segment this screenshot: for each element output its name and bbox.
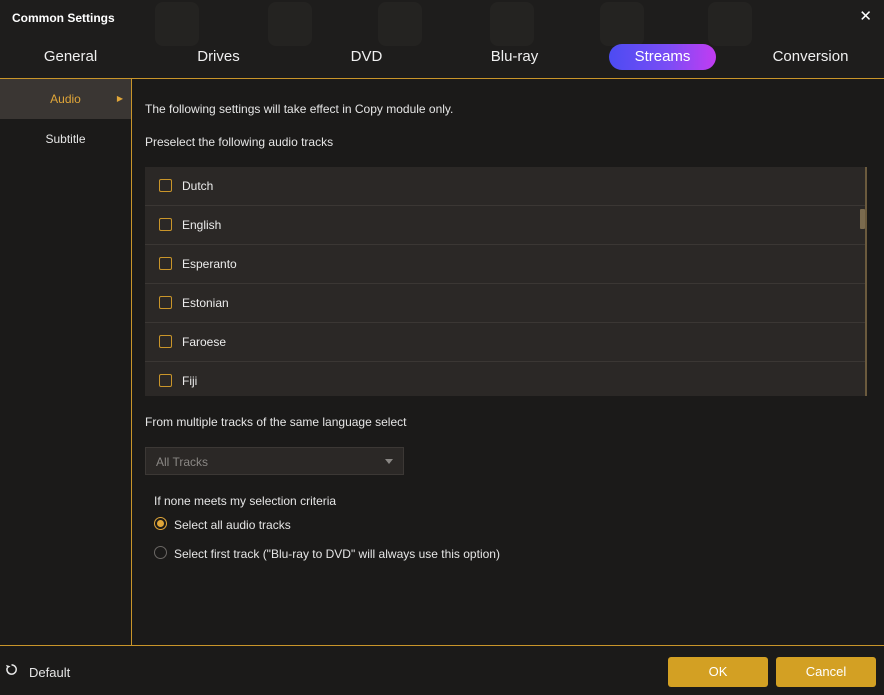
caret-right-icon: ▶ [116, 94, 123, 103]
sidebar-item-label: Audio [50, 92, 81, 106]
language-label: Esperanto [182, 257, 237, 271]
dialog-footer: Default OK Cancel [0, 645, 884, 695]
title-bar: Common Settings ✕ General Drives DVD Blu… [0, 0, 884, 79]
language-label: English [182, 218, 222, 232]
close-icon[interactable]: ✕ [859, 8, 872, 26]
sidebar-item-audio[interactable]: Audio ▶ [0, 79, 131, 119]
sidebar-item-label: Subtitle [45, 132, 86, 146]
cancel-button[interactable]: Cancel [776, 657, 876, 687]
list-item[interactable]: Estonian [145, 284, 865, 323]
background-app-icon [155, 2, 199, 46]
tab-dvd[interactable]: DVD [316, 44, 417, 70]
select-first-track-radio[interactable] [154, 546, 167, 559]
language-checkbox[interactable] [159, 179, 172, 192]
background-app-icon [378, 2, 422, 46]
sidebar-item-subtitle[interactable]: Subtitle [0, 119, 131, 159]
default-button[interactable]: Default [29, 665, 70, 680]
tab-conversion[interactable]: Conversion [760, 44, 861, 70]
select-all-tracks-radio[interactable] [154, 517, 167, 530]
language-label: Dutch [182, 179, 214, 193]
track-select-value: All Tracks [156, 455, 209, 469]
list-item[interactable]: Fiji [145, 362, 865, 396]
select-first-track-label[interactable]: Select first track ("Blu-ray to DVD" wil… [174, 547, 500, 561]
preselect-label: Preselect the following audio tracks [145, 135, 334, 149]
settings-panel: The following settings will take effect … [133, 79, 884, 645]
reset-icon[interactable] [5, 663, 18, 676]
list-item[interactable]: Esperanto [145, 245, 865, 284]
select-all-tracks-label[interactable]: Select all audio tracks [174, 518, 291, 532]
ok-button[interactable]: OK [668, 657, 768, 687]
background-app-icon [708, 2, 752, 46]
language-checkbox[interactable] [159, 218, 172, 231]
chevron-down-icon [385, 459, 393, 464]
audio-language-list[interactable]: Dutch English Esperanto Estonian Faroese… [145, 167, 867, 396]
language-label: Estonian [182, 296, 229, 310]
language-checkbox[interactable] [159, 335, 172, 348]
tab-drives[interactable]: Drives [168, 44, 269, 70]
fallback-label: If none meets my selection criteria [154, 494, 337, 508]
list-item[interactable]: English [145, 206, 865, 245]
language-checkbox[interactable] [159, 374, 172, 387]
list-item[interactable]: Faroese [145, 323, 865, 362]
list-scrollbar-thumb[interactable] [860, 209, 865, 229]
copy-module-note: The following settings will take effect … [145, 102, 454, 116]
window-title: Common Settings [12, 11, 115, 25]
track-select-dropdown[interactable]: All Tracks [145, 447, 404, 475]
tab-streams[interactable]: Streams [609, 44, 716, 70]
multi-track-label: From multiple tracks of the same languag… [145, 415, 407, 429]
background-app-icon [268, 2, 312, 46]
list-item[interactable]: Dutch [145, 167, 865, 206]
language-checkbox[interactable] [159, 257, 172, 270]
language-label: Fiji [182, 374, 198, 388]
tab-general[interactable]: General [20, 44, 121, 70]
language-label: Faroese [182, 335, 227, 349]
language-checkbox[interactable] [159, 296, 172, 309]
tab-blu-ray[interactable]: Blu-ray [464, 44, 565, 70]
background-app-icon [490, 2, 534, 46]
settings-sidebar: Audio ▶ Subtitle [0, 79, 132, 645]
background-app-icon [600, 2, 644, 46]
